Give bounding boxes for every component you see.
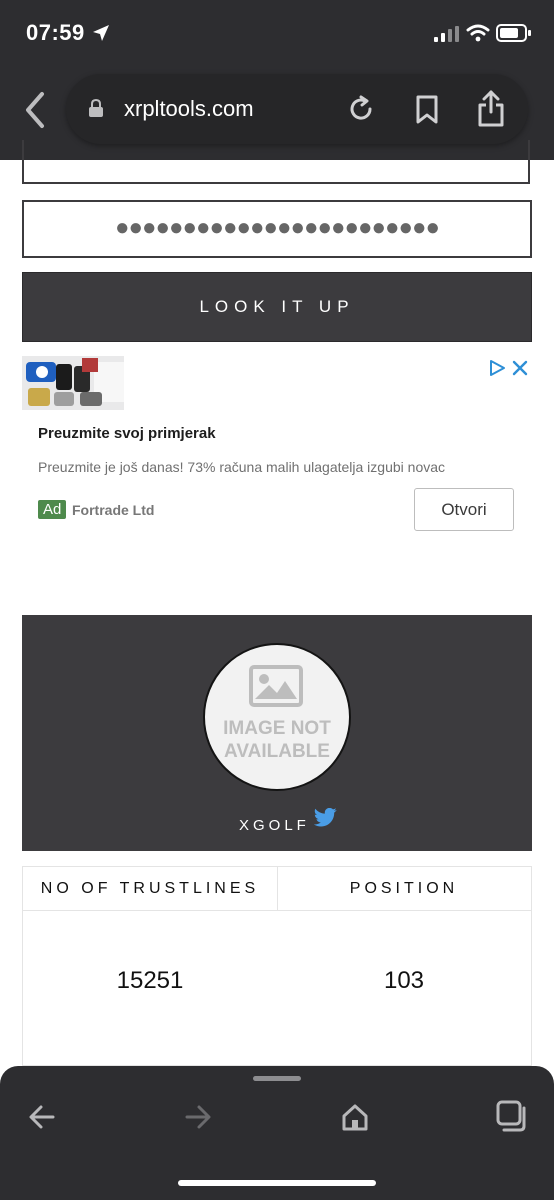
home-button[interactable] <box>340 1102 370 1137</box>
address-input-field[interactable] <box>22 140 530 184</box>
ad-badge: Ad <box>38 500 67 519</box>
wifi-icon <box>466 24 490 47</box>
reload-button[interactable] <box>346 94 376 129</box>
table-header: NO OF TRUSTLINES POSITION <box>23 867 531 911</box>
image-placeholder-icon <box>249 665 303 712</box>
token-name: XGOLF <box>239 817 310 834</box>
url-text: xrpltools.com <box>124 96 254 121</box>
home-indicator[interactable] <box>178 1180 376 1186</box>
ad-open-button[interactable]: Otvori <box>414 488 514 531</box>
back-button[interactable] <box>18 88 52 132</box>
image-not-available-text: IMAGE NOT AVAILABLE <box>223 718 331 762</box>
adchoices-icon[interactable] <box>488 359 506 382</box>
header-position: POSITION <box>349 880 459 897</box>
browser-top-bar: 07:59 xrpltools.com <box>0 0 554 160</box>
stats-table: NO OF TRUSTLINES POSITION 15251 103 <box>22 866 532 1066</box>
battery-icon <box>496 24 532 47</box>
browser-bottom-toolbar <box>0 1066 554 1200</box>
twitter-icon[interactable] <box>313 807 338 833</box>
ad-title[interactable]: Preuzmite svoj primjerak <box>38 425 216 442</box>
position-value: 103 <box>383 967 425 994</box>
nav-back-button[interactable] <box>28 1104 56 1135</box>
header-trustlines: NO OF TRUSTLINES <box>23 867 278 910</box>
password-input-field[interactable]: ●●●●●●●●●●●●●●●●●●●●●●●● <box>22 200 532 258</box>
address-bar[interactable]: xrpltools.com <box>66 74 528 144</box>
look-it-up-button[interactable]: LOOK IT UP <box>22 272 532 342</box>
token-card: IMAGE NOT AVAILABLE XGOLF <box>22 615 532 851</box>
ad-image[interactable] <box>22 356 124 410</box>
status-time: 07:59 <box>26 20 85 45</box>
cellular-signal-icon <box>434 26 460 47</box>
toolbar-grabber[interactable] <box>253 1076 301 1081</box>
share-button[interactable] <box>476 90 506 133</box>
close-icon[interactable] <box>512 360 528 381</box>
trustlines-value: 15251 <box>116 967 184 994</box>
ad-description: Preuzmite je još danas! 73% računa malih… <box>38 459 446 475</box>
nav-forward-button[interactable] <box>184 1104 212 1135</box>
location-arrow-icon <box>92 24 110 47</box>
token-image: IMAGE NOT AVAILABLE <box>203 643 351 791</box>
ad-advertiser: Fortrade Ltd <box>72 502 155 518</box>
password-mask: ●●●●●●●●●●●●●●●●●●●●●●●● <box>115 214 440 241</box>
bookmark-button[interactable] <box>414 94 440 131</box>
tabs-button[interactable] <box>496 1100 528 1137</box>
lock-icon <box>88 98 104 123</box>
